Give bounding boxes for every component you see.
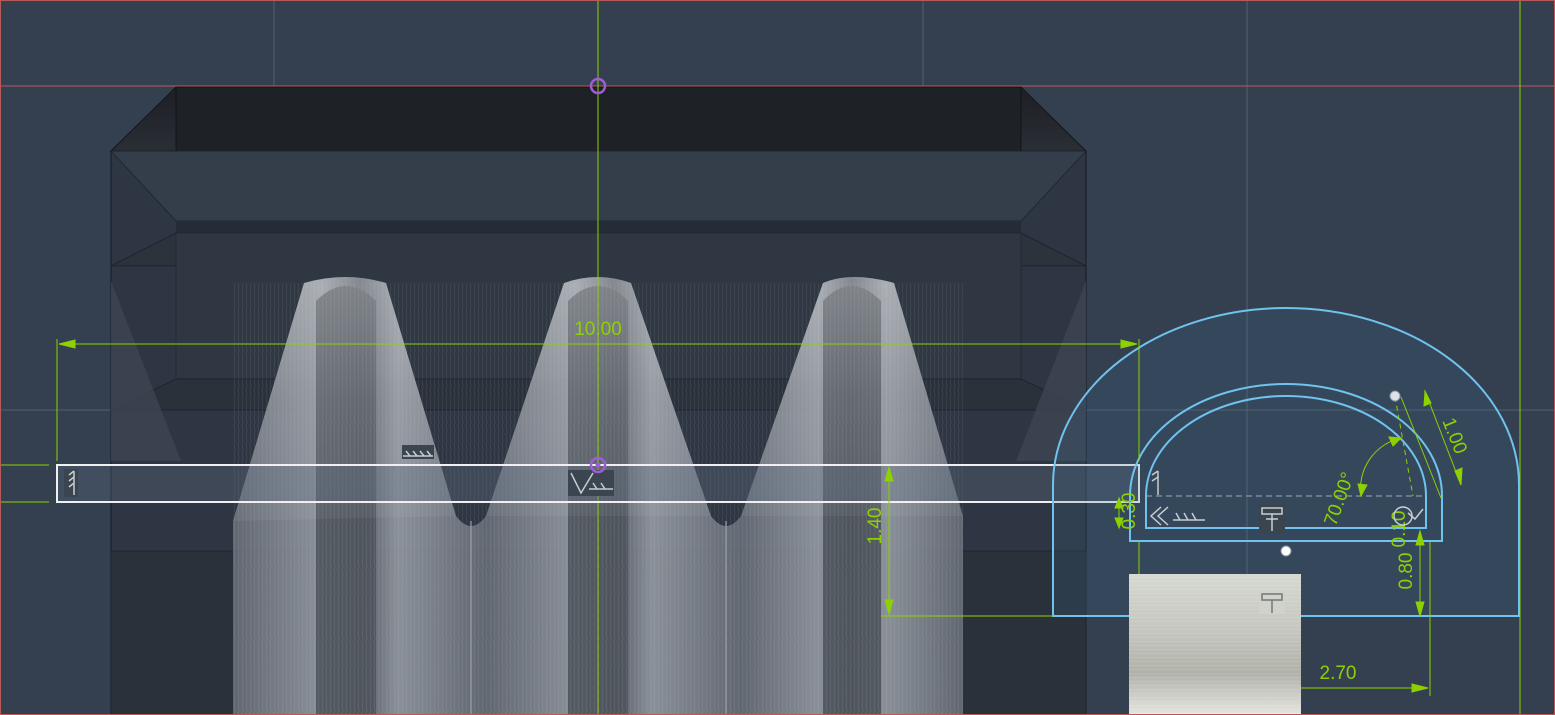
dim-height[interactable]: 0.80 [1396,553,1417,590]
sketch-point-arc[interactable] [1389,390,1401,402]
vertical-constraint-icon[interactable] [64,469,78,497]
tangent-constraint-icon[interactable] [1259,504,1285,534]
horizontal-constraint-icon[interactable] [402,445,434,459]
sketch-point-center[interactable] [1280,545,1292,557]
coincident-constraint-icon[interactable] [568,470,614,496]
cad-sketch-canvas[interactable]: 10.00 1.40 0.30 1.00 70.00° 0.10 0.80 2.… [1,1,1555,715]
sketch-profile[interactable] [1052,307,1520,617]
dim-clearance[interactable]: 0.10 [1389,511,1410,548]
dim-tooth-depth[interactable]: 1.40 [865,508,886,545]
cad-viewport[interactable]: 10.00 1.40 0.30 1.00 70.00° 0.10 0.80 2.… [0,0,1555,715]
dim-overall-width[interactable]: 10.00 [574,319,622,340]
dim-width[interactable]: 2.70 [1320,663,1357,684]
dim-small-offset[interactable]: 0.30 [1119,493,1140,530]
tangent-constraint-icon[interactable] [1259,592,1285,614]
